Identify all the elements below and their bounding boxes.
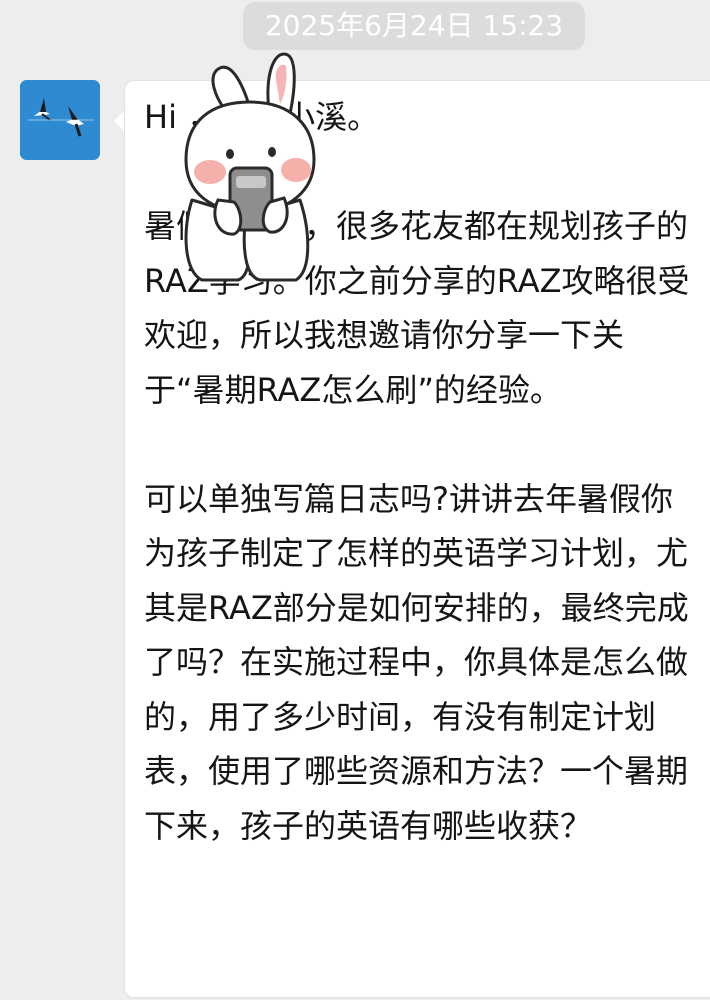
sender-avatar[interactable] — [20, 80, 100, 160]
crane-birds-icon — [20, 80, 100, 160]
message-spacer — [144, 417, 700, 472]
message-paragraph-2: 可以单独写篇日志吗?讲讲去年暑假你为孩子制定了怎样的英语学习计划，尤其是RAZ部… — [144, 479, 689, 845]
bunny-sticker-icon — [172, 40, 322, 290]
